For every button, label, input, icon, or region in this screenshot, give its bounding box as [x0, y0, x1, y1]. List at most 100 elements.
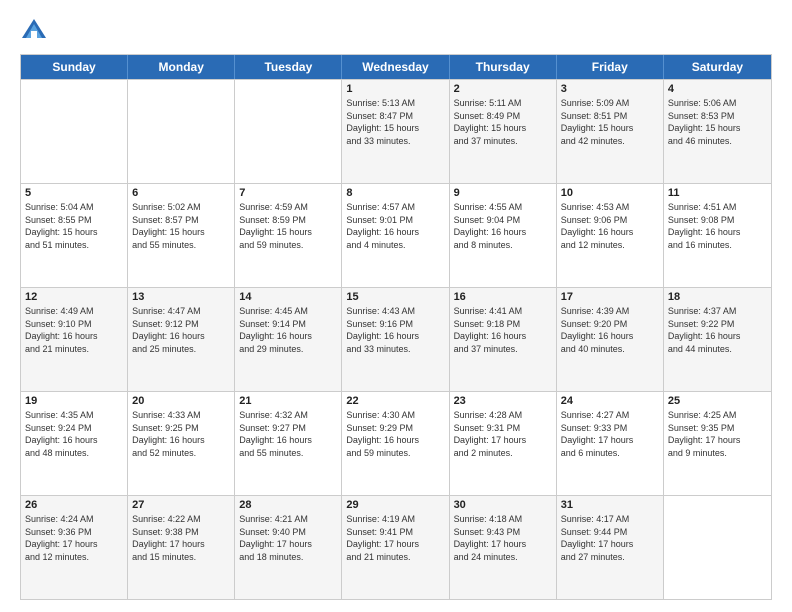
day-cell-10: 10 Sunrise: 4:53 AM Sunset: 9:06 PM Dayli…: [557, 184, 664, 287]
day-number: 30: [454, 499, 552, 511]
calendar-body: 1 Sunrise: 5:13 AM Sunset: 8:47 PM Daylig…: [21, 79, 771, 599]
day-cell-6: 6 Sunrise: 5:02 AM Sunset: 8:57 PM Daylig…: [128, 184, 235, 287]
day-info: Sunrise: 5:09 AM Sunset: 8:51 PM Dayligh…: [561, 97, 659, 147]
day-cell-29: 29 Sunrise: 4:19 AM Sunset: 9:41 PM Dayli…: [342, 496, 449, 599]
day-number: 22: [346, 395, 444, 407]
day-cell-8: 8 Sunrise: 4:57 AM Sunset: 9:01 PM Daylig…: [342, 184, 449, 287]
calendar-row-2: 5Sunrise: 5:04 AM Sunset: 8:55 PM Daylig…: [21, 183, 771, 287]
day-cell-20: 20Sunrise: 4:33 AM Sunset: 9:25 PM Dayli…: [128, 392, 235, 495]
day-cell-19: 19 Sunrise: 4:35 AM Sunset: 9:24 PM Dayli…: [21, 392, 128, 495]
day-info: Sunrise: 4:17 AM Sunset: 9:44 PM Dayligh…: [561, 513, 659, 563]
day-number: 4: [668, 83, 767, 95]
day-info: Sunrise: 4:22 AM Sunset: 9:38 PM Dayligh…: [132, 513, 230, 563]
day-number: 14: [239, 291, 337, 303]
logo-icon: [20, 16, 48, 44]
day-number: 13: [132, 291, 230, 303]
day-info: Sunrise: 4:27 AM Sunset: 9:33 PM Dayligh…: [561, 409, 659, 459]
day-info: Sunrise: 5:11 AM Sunset: 8:49 PM Dayligh…: [454, 97, 552, 147]
day-info: Sunrise: 5:13 AM Sunset: 8:47 PM Dayligh…: [346, 97, 444, 147]
header-day-monday: Monday: [128, 55, 235, 79]
day-cell-21: 21 Sunrise: 4:32 AM Sunset: 9:27 PM Dayli…: [235, 392, 342, 495]
header: [20, 16, 772, 44]
day-cell-28: 28 Sunrise: 4:21 AM Sunset: 9:40 PM Dayli…: [235, 496, 342, 599]
day-cell-15: 15 Sunrise: 4:43 AM Sunset: 9:16 PM Dayli…: [342, 288, 449, 391]
day-cell-22: 22 Sunrise: 4:30 AM Sunset: 9:29 PM Dayli…: [342, 392, 449, 495]
day-number: 26: [25, 499, 123, 511]
day-info: Sunrise: 4:37 AM Sunset: 9:22 PM Dayligh…: [668, 305, 767, 355]
day-info: Sunrise: 4:33 AM Sunset: 9:25 PM Dayligh…: [132, 409, 230, 459]
empty-cell: [128, 80, 235, 183]
day-cell-30: 30Sunrise: 4:18 AM Sunset: 9:43 PM Dayli…: [450, 496, 557, 599]
day-number: 2: [454, 83, 552, 95]
day-info: Sunrise: 4:28 AM Sunset: 9:31 PM Dayligh…: [454, 409, 552, 459]
day-info: Sunrise: 5:06 AM Sunset: 8:53 PM Dayligh…: [668, 97, 767, 147]
day-number: 9: [454, 187, 552, 199]
day-number: 8: [346, 187, 444, 199]
day-info: Sunrise: 4:32 AM Sunset: 9:27 PM Dayligh…: [239, 409, 337, 459]
day-number: 29: [346, 499, 444, 511]
day-cell-13: 13 Sunrise: 4:47 AM Sunset: 9:12 PM Dayli…: [128, 288, 235, 391]
day-info: Sunrise: 4:57 AM Sunset: 9:01 PM Dayligh…: [346, 201, 444, 251]
header-day-saturday: Saturday: [664, 55, 771, 79]
calendar-row-1: 1 Sunrise: 5:13 AM Sunset: 8:47 PM Daylig…: [21, 79, 771, 183]
day-cell-26: 26Sunrise: 4:24 AM Sunset: 9:36 PM Dayli…: [21, 496, 128, 599]
calendar-header: SundayMondayTuesdayWednesdayThursdayFrid…: [21, 55, 771, 79]
day-cell-9: 9 Sunrise: 4:55 AM Sunset: 9:04 PM Daylig…: [450, 184, 557, 287]
day-cell-17: 17 Sunrise: 4:39 AM Sunset: 9:20 PM Dayli…: [557, 288, 664, 391]
calendar-row-4: 19 Sunrise: 4:35 AM Sunset: 9:24 PM Dayli…: [21, 391, 771, 495]
day-cell-31: 31Sunrise: 4:17 AM Sunset: 9:44 PM Dayli…: [557, 496, 664, 599]
day-number: 21: [239, 395, 337, 407]
day-info: Sunrise: 4:43 AM Sunset: 9:16 PM Dayligh…: [346, 305, 444, 355]
day-info: Sunrise: 4:55 AM Sunset: 9:04 PM Dayligh…: [454, 201, 552, 251]
day-cell-11: 11 Sunrise: 4:51 AM Sunset: 9:08 PM Dayli…: [664, 184, 771, 287]
day-number: 24: [561, 395, 659, 407]
day-info: Sunrise: 4:45 AM Sunset: 9:14 PM Dayligh…: [239, 305, 337, 355]
day-number: 1: [346, 83, 444, 95]
day-cell-1: 1 Sunrise: 5:13 AM Sunset: 8:47 PM Daylig…: [342, 80, 449, 183]
day-info: Sunrise: 4:25 AM Sunset: 9:35 PM Dayligh…: [668, 409, 767, 459]
calendar-row-5: 26Sunrise: 4:24 AM Sunset: 9:36 PM Dayli…: [21, 495, 771, 599]
day-info: Sunrise: 4:35 AM Sunset: 9:24 PM Dayligh…: [25, 409, 123, 459]
empty-cell: [664, 496, 771, 599]
header-day-sunday: Sunday: [21, 55, 128, 79]
day-info: Sunrise: 4:49 AM Sunset: 9:10 PM Dayligh…: [25, 305, 123, 355]
day-info: Sunrise: 4:30 AM Sunset: 9:29 PM Dayligh…: [346, 409, 444, 459]
empty-cell: [235, 80, 342, 183]
header-day-tuesday: Tuesday: [235, 55, 342, 79]
day-info: Sunrise: 5:02 AM Sunset: 8:57 PM Dayligh…: [132, 201, 230, 251]
day-cell-16: 16Sunrise: 4:41 AM Sunset: 9:18 PM Dayli…: [450, 288, 557, 391]
day-number: 12: [25, 291, 123, 303]
day-number: 5: [25, 187, 123, 199]
day-info: Sunrise: 4:47 AM Sunset: 9:12 PM Dayligh…: [132, 305, 230, 355]
day-number: 23: [454, 395, 552, 407]
day-cell-27: 27 Sunrise: 4:22 AM Sunset: 9:38 PM Dayli…: [128, 496, 235, 599]
day-cell-3: 3Sunrise: 5:09 AM Sunset: 8:51 PM Daylig…: [557, 80, 664, 183]
day-info: Sunrise: 4:53 AM Sunset: 9:06 PM Dayligh…: [561, 201, 659, 251]
day-info: Sunrise: 4:51 AM Sunset: 9:08 PM Dayligh…: [668, 201, 767, 251]
day-number: 25: [668, 395, 767, 407]
day-cell-25: 25 Sunrise: 4:25 AM Sunset: 9:35 PM Dayli…: [664, 392, 771, 495]
header-day-thursday: Thursday: [450, 55, 557, 79]
day-number: 15: [346, 291, 444, 303]
day-number: 28: [239, 499, 337, 511]
day-cell-5: 5Sunrise: 5:04 AM Sunset: 8:55 PM Daylig…: [21, 184, 128, 287]
day-cell-4: 4 Sunrise: 5:06 AM Sunset: 8:53 PM Daylig…: [664, 80, 771, 183]
day-number: 19: [25, 395, 123, 407]
day-cell-23: 23 Sunrise: 4:28 AM Sunset: 9:31 PM Dayli…: [450, 392, 557, 495]
calendar: SundayMondayTuesdayWednesdayThursdayFrid…: [20, 54, 772, 600]
day-cell-2: 2 Sunrise: 5:11 AM Sunset: 8:49 PM Daylig…: [450, 80, 557, 183]
day-number: 17: [561, 291, 659, 303]
logo: [20, 16, 51, 44]
day-number: 6: [132, 187, 230, 199]
day-number: 7: [239, 187, 337, 199]
empty-cell: [21, 80, 128, 183]
day-cell-14: 14 Sunrise: 4:45 AM Sunset: 9:14 PM Dayli…: [235, 288, 342, 391]
day-number: 10: [561, 187, 659, 199]
day-info: Sunrise: 4:21 AM Sunset: 9:40 PM Dayligh…: [239, 513, 337, 563]
header-day-wednesday: Wednesday: [342, 55, 449, 79]
day-number: 11: [668, 187, 767, 199]
day-info: Sunrise: 4:39 AM Sunset: 9:20 PM Dayligh…: [561, 305, 659, 355]
day-info: Sunrise: 4:19 AM Sunset: 9:41 PM Dayligh…: [346, 513, 444, 563]
day-cell-18: 18Sunrise: 4:37 AM Sunset: 9:22 PM Dayli…: [664, 288, 771, 391]
day-number: 27: [132, 499, 230, 511]
